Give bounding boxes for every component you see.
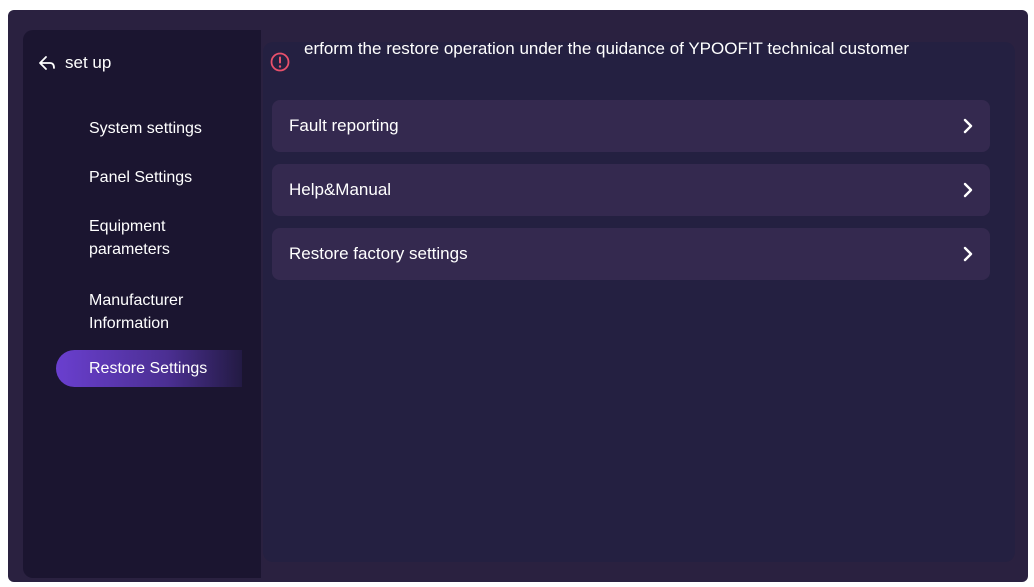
- restore-factory-settings-row[interactable]: Restore factory settings: [272, 228, 990, 280]
- chevron-right-icon: [963, 246, 973, 262]
- back-label: set up: [65, 53, 112, 72]
- row-label: Fault reporting: [289, 116, 399, 135]
- sidebar-item-manufacturer-information[interactable]: Manufacturer Information: [89, 289, 219, 335]
- row-label: Restore factory settings: [289, 244, 468, 263]
- back-button[interactable]: set up: [38, 53, 111, 73]
- back-arrow-icon: [39, 56, 55, 70]
- row-label: Help&Manual: [289, 180, 392, 199]
- warning-icon: [270, 52, 290, 72]
- help-manual-row[interactable]: Help&Manual: [272, 164, 990, 216]
- fault-reporting-row[interactable]: Fault reporting: [272, 100, 990, 152]
- chevron-right-icon: [963, 182, 973, 198]
- warning-text: erform the restore operation under the q…: [304, 39, 910, 58]
- sidebar-item-panel-settings[interactable]: Panel Settings: [89, 166, 192, 189]
- sidebar-item-restore-settings[interactable]: Restore Settings: [56, 350, 242, 387]
- warning-notice: erform the restore operation under the q…: [270, 38, 990, 72]
- chevron-right-icon: [963, 118, 973, 134]
- sidebar-item-equipment-parameters[interactable]: Equipment parameters: [89, 215, 219, 261]
- sidebar-item-system-settings[interactable]: System settings: [89, 117, 202, 140]
